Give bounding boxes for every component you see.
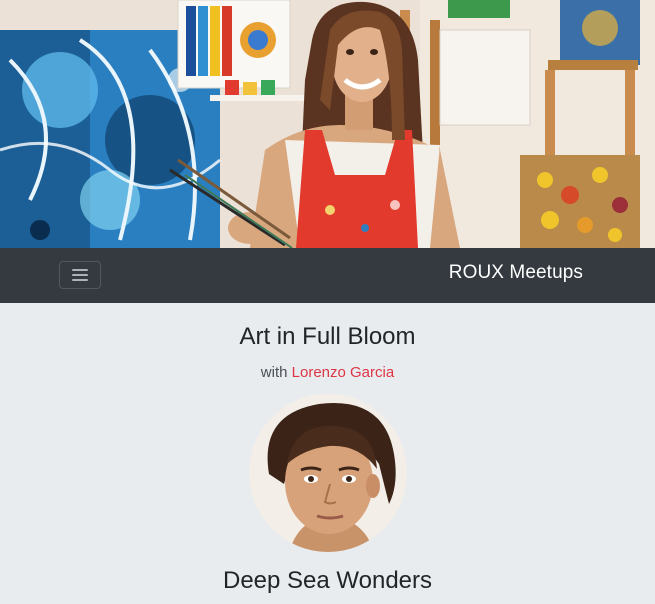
brand-link[interactable]: ROUX Meetups <box>449 262 583 284</box>
color-chart <box>177 0 291 89</box>
host-avatar <box>249 394 407 552</box>
with-label: with <box>260 364 288 381</box>
next-event-title: Deep Sea Wonders <box>222 567 432 594</box>
event-title: Art in Full Bloom <box>239 323 416 350</box>
host-link[interactable]: Lorenzo Garcia <box>292 364 395 381</box>
host-line: with Lorenzo Garcia <box>0 364 655 381</box>
flower-painting <box>520 155 640 248</box>
event-section: Art in Full Bloom with Lorenzo Garcia De… <box>0 303 655 604</box>
hamburger-menu-icon <box>72 269 88 281</box>
hero-image <box>0 0 655 248</box>
menu-toggle-button[interactable] <box>59 261 101 289</box>
top-navbar: ROUX Meetups <box>0 248 655 303</box>
